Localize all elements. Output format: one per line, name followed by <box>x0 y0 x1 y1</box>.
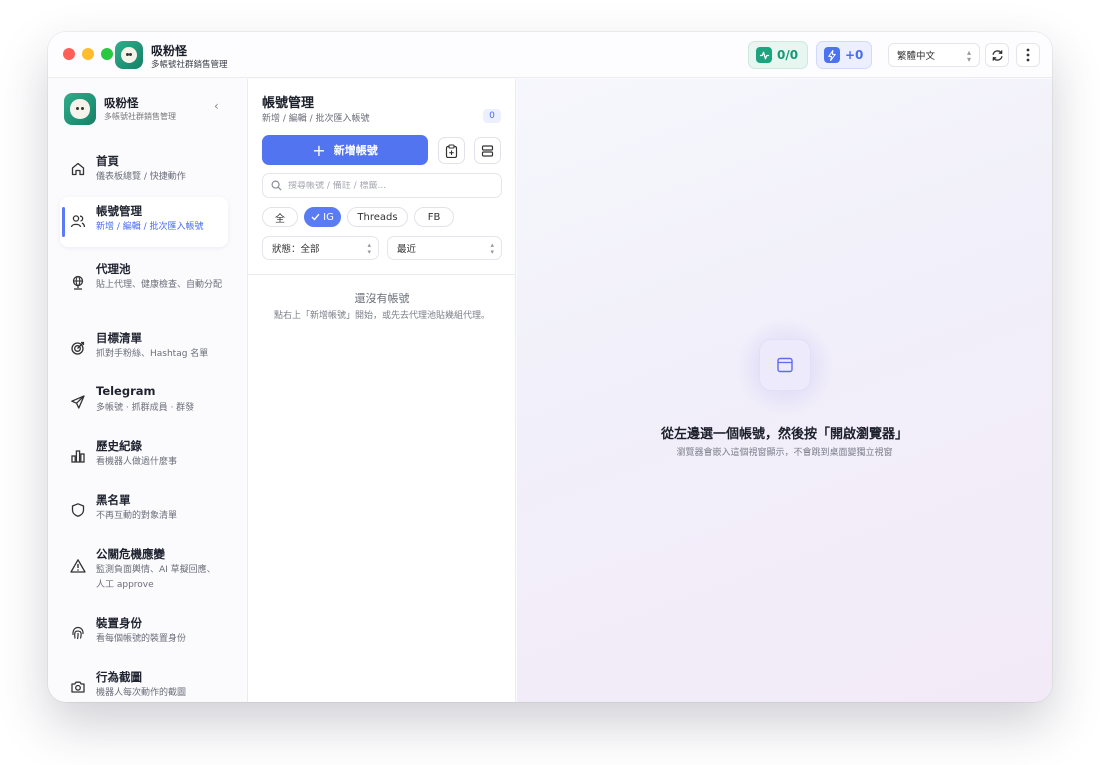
plus-icon: + <box>312 140 326 160</box>
health-status-button[interactable]: 0/0 <box>748 41 808 69</box>
sidebar-app-subtitle: 多帳號社群銷售管理 <box>104 112 176 121</box>
sidebar-item-desc: 機器人每次動作的截圖 <box>96 688 187 698</box>
sidebar-item-desc: 看機器人做過什麼事 <box>96 457 178 467</box>
search-bar <box>262 173 502 198</box>
chevron-updown-icon: ▴ ▾ <box>966 48 971 64</box>
empty-state-description: 點右上「新增帳號」開始，或先去代理池貼幾組代理。 <box>273 311 490 321</box>
sidebar-item-screenshots[interactable]: 行為截圖 機器人每次動作的截圖 <box>60 663 228 702</box>
sidebar-item-device-identity[interactable]: 裝置身份 看每個帳號的裝置身份 <box>60 609 228 659</box>
sidebar-item-title: 歷史紀錄 <box>96 439 142 453</box>
sidebar-item-title: 黑名單 <box>96 493 131 507</box>
empty-state-title: 還沒有帳號 <box>354 292 410 305</box>
sidebar-item-desc: 抓對手粉絲、Hashtag 名單 <box>96 349 209 359</box>
sidebar-item-desc: 貼上代理、健康檢查、自動分配 <box>96 280 223 290</box>
shield-icon <box>71 503 85 517</box>
users-icon <box>70 215 86 228</box>
minimize-window-button[interactable] <box>82 48 94 60</box>
app-subtitle: 多帳號社群銷售管理 <box>151 60 228 70</box>
sidebar-item-target-list[interactable]: 目標清單 抓對手粉絲、Hashtag 名單 <box>60 324 228 374</box>
app-title: 吸粉怪 <box>151 44 188 58</box>
close-window-button[interactable] <box>63 48 75 60</box>
language-value: 繁體中文 <box>897 51 936 62</box>
warning-icon <box>70 559 86 573</box>
sidebar-item-title: 目標清單 <box>96 331 142 345</box>
filter-chip-label: IG <box>323 211 334 223</box>
camera-icon <box>71 681 85 693</box>
sidebar-item-desc: 儀表板總覽 / 快捷動作 <box>96 172 186 182</box>
accounts-panel: 帳號管理 新增 / 編輯 / 批次匯入帳號 0 + 新增帳號 全 IG Thre… <box>248 79 516 702</box>
sidebar-app-title: 吸粉怪 <box>104 96 139 110</box>
sidebar-item-blacklist[interactable]: 黑名單 不再互動的對象清單 <box>60 486 228 536</box>
home-icon <box>71 162 85 176</box>
sidebar-item-desc: 不再互動的對象清單 <box>96 511 178 521</box>
sidebar-item-title: Telegram <box>96 384 156 398</box>
globe-icon <box>72 275 84 290</box>
clipboard-icon <box>445 143 458 158</box>
app-logo-icon <box>115 41 143 69</box>
sidebar-item-history[interactable]: 歷史紀錄 看機器人做過什麼事 <box>60 432 228 482</box>
sidebar-logo-icon <box>64 93 96 125</box>
filter-chip-all[interactable]: 全 <box>262 207 298 227</box>
collapse-sidebar-icon[interactable]: ‹ <box>214 99 219 113</box>
search-icon <box>271 180 282 191</box>
sidebar-item-title: 代理池 <box>96 262 131 276</box>
batch-import-button[interactable] <box>438 137 465 164</box>
browser-empty-description: 瀏覽器會嵌入這個視窗顯示，不會跳到桌面變獨立視窗 <box>676 448 893 458</box>
add-account-label: 新增帳號 <box>333 144 378 157</box>
divider <box>248 274 515 275</box>
sort-value: 最近 <box>397 244 417 255</box>
layout-rows-icon <box>481 144 494 157</box>
status-filter-value: 狀態：全部 <box>272 244 320 255</box>
sidebar-item-accounts[interactable]: 帳號管理 新增 / 編輯 / 批次匯入帳號 <box>60 197 228 247</box>
sidebar-item-crisis[interactable]: 公關危機應變 監測負面輿情、AI 草擬回應、人工 approve <box>60 540 228 604</box>
sort-select[interactable]: 最近 ▴ ▾ <box>387 236 502 260</box>
sidebar-item-title: 裝置身份 <box>96 616 142 630</box>
sidebar-item-title: 行為截圖 <box>96 670 142 684</box>
more-vertical-icon <box>1026 48 1030 62</box>
check-icon <box>311 213 320 221</box>
browser-panel: 從左邊選一個帳號，然後按「開啟瀏覽器」 瀏覽器會嵌入這個視窗顯示，不會跳到桌面變… <box>517 79 1052 702</box>
more-menu-button[interactable] <box>1016 43 1040 67</box>
sidebar-item-desc: 新增 / 編輯 / 批次匯入帳號 <box>96 222 204 232</box>
sidebar-item-proxy-pool[interactable]: 代理池 貼上代理、健康檢查、自動分配 <box>60 255 228 319</box>
language-select[interactable]: 繁體中文 ▴ ▾ <box>888 43 980 67</box>
page-subtitle: 新增 / 編輯 / 批次匯入帳號 <box>262 114 370 124</box>
browser-window-icon <box>759 339 811 391</box>
boost-count: +0 <box>845 48 864 62</box>
health-count: 0/0 <box>777 48 799 62</box>
sidebar-item-title: 帳號管理 <box>96 204 142 218</box>
chevron-updown-icon: ▴ ▾ <box>367 241 371 256</box>
sidebar-item-home[interactable]: 首頁 儀表板總覽 / 快捷動作 <box>60 147 228 195</box>
refresh-button[interactable] <box>985 43 1009 67</box>
search-input[interactable] <box>288 180 488 191</box>
filter-chip-threads[interactable]: Threads <box>347 207 408 227</box>
browser-empty-title: 從左邊選一個帳號，然後按「開啟瀏覽器」 <box>660 427 908 442</box>
toggle-layout-button[interactable] <box>474 137 501 164</box>
filter-chip-ig[interactable]: IG <box>304 207 341 227</box>
sidebar-item-title: 公關危機應變 <box>96 547 165 561</box>
boost-status-button[interactable]: +0 <box>816 41 872 69</box>
chevron-updown-icon: ▴ ▾ <box>490 241 494 256</box>
send-icon <box>71 395 85 409</box>
fingerprint-icon <box>72 626 84 640</box>
lightning-icon <box>824 47 840 63</box>
sidebar-item-desc: 多帳號 · 抓群成員 · 群發 <box>96 403 195 413</box>
sidebar-item-title: 首頁 <box>96 154 119 168</box>
add-account-button[interactable]: + 新增帳號 <box>262 135 428 165</box>
title-bar: 吸粉怪 多帳號社群銷售管理 0/0 +0 繁體中文 ▴ ▾ <box>48 32 1052 78</box>
target-icon <box>71 341 85 355</box>
app-window: 吸粉怪 多帳號社群銷售管理 0/0 +0 繁體中文 ▴ ▾ 吸粉怪 多帳號社群銷… <box>48 32 1052 702</box>
filter-chip-fb[interactable]: FB <box>414 207 454 227</box>
status-filter-select[interactable]: 狀態：全部 ▴ ▾ <box>262 236 379 260</box>
sidebar: 吸粉怪 多帳號社群銷售管理 ‹ 首頁 儀表板總覽 / 快捷動作 帳號管理 新增 … <box>48 79 248 702</box>
maximize-window-button[interactable] <box>101 48 113 60</box>
sidebar-item-desc: 看每個帳號的裝置身份 <box>96 634 187 644</box>
sidebar-item-telegram[interactable]: Telegram 多帳號 · 抓群成員 · 群發 <box>60 378 228 428</box>
bar-chart-icon <box>71 450 85 463</box>
page-title: 帳號管理 <box>262 96 315 111</box>
refresh-icon <box>991 49 1003 61</box>
activity-icon <box>756 47 772 63</box>
account-count-badge: 0 <box>483 109 501 123</box>
sidebar-item-desc: 監測負面輿情、AI 草擬回應、人工 approve <box>96 565 216 590</box>
